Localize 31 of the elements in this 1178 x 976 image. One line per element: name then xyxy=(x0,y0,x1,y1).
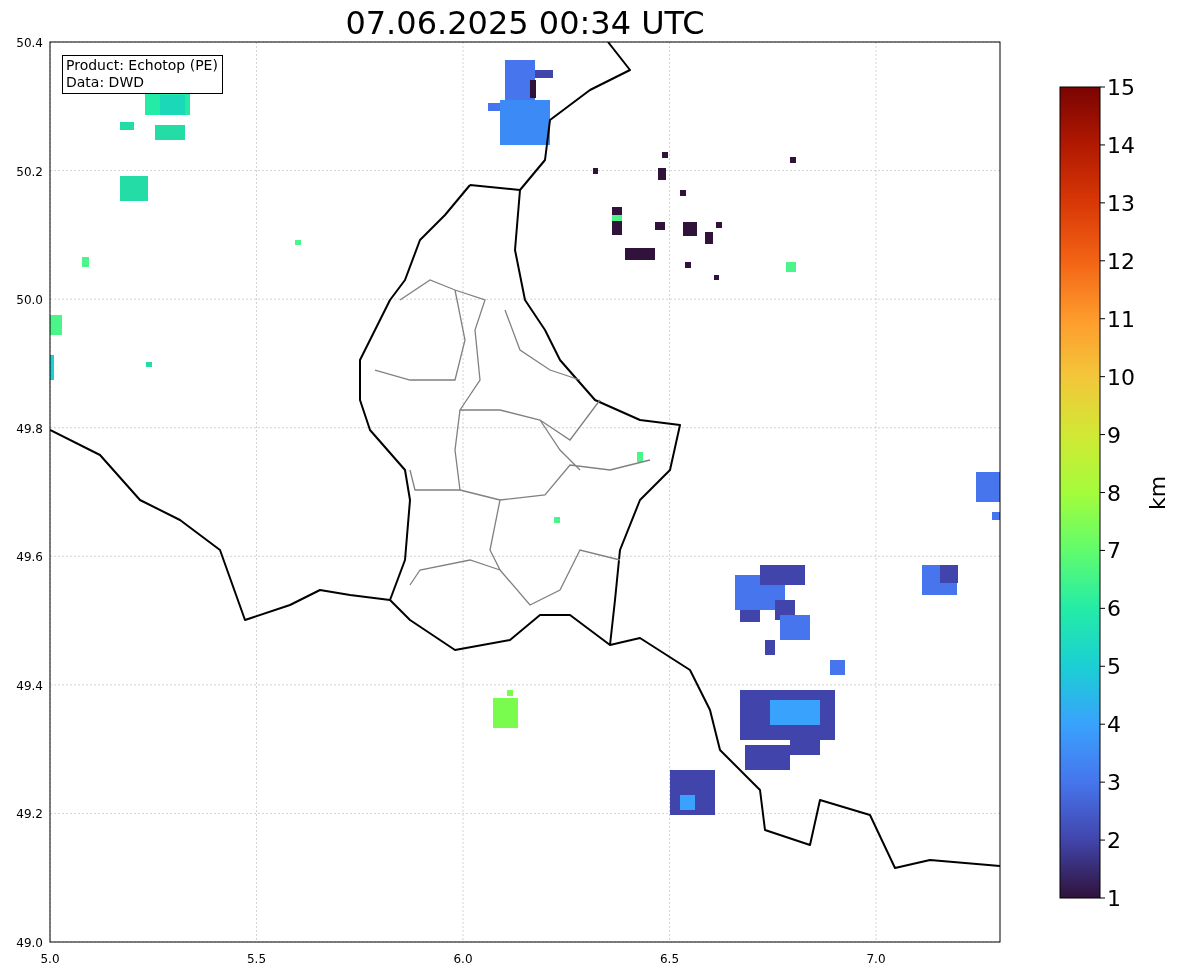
colorbar-tick-label: 1 xyxy=(1107,886,1121,911)
x-tick-label: 5.5 xyxy=(246,952,267,966)
x-tick-label: 5.0 xyxy=(40,952,60,966)
colorbar-tick-label: 14 xyxy=(1107,132,1135,158)
chart-title: 07.06.2025 00:34 UTC xyxy=(345,4,705,42)
colorbar-tick-label: 5 xyxy=(1107,654,1121,680)
x-tick-label: 6.5 xyxy=(659,952,680,966)
colorbar-tick-label: 10 xyxy=(1107,364,1135,390)
colorbar-tick-label: 13 xyxy=(1107,190,1135,216)
colorbar-tick-label: 3 xyxy=(1107,770,1121,796)
y-tick-label: 50.2 xyxy=(16,164,43,179)
colorbar-tick-label: 12 xyxy=(1107,248,1135,274)
colorbar-label: km xyxy=(1145,475,1170,511)
y-tick-label: 49.0 xyxy=(16,936,43,950)
y-tick-label: 50.4 xyxy=(16,36,43,50)
colorbar-tick-label: 8 xyxy=(1107,480,1121,506)
colorbar-tick-label: 15 xyxy=(1107,75,1135,100)
y-tick-label: 49.6 xyxy=(16,550,43,565)
colorbar-tick-label: 11 xyxy=(1107,306,1135,332)
y-tick-label: 50.0 xyxy=(16,293,43,308)
x-tick-label: 6.0 xyxy=(453,952,473,966)
colorbar-tick-label: 2 xyxy=(1107,828,1121,854)
x-tick-label: 7.0 xyxy=(866,952,886,966)
y-tick-label: 49.8 xyxy=(16,421,43,436)
y-tick-label: 49.4 xyxy=(16,678,43,693)
annotation-text: Product: Echotop (PE) Data: DWD xyxy=(62,55,223,94)
colorbar-tick-label: 6 xyxy=(1107,596,1121,622)
colorbar-tick-label: 4 xyxy=(1107,712,1121,738)
y-tick-label: 49.2 xyxy=(16,807,43,822)
colorbar-tick-label: 7 xyxy=(1107,538,1121,564)
colorbar-tick-label: 9 xyxy=(1107,422,1121,448)
